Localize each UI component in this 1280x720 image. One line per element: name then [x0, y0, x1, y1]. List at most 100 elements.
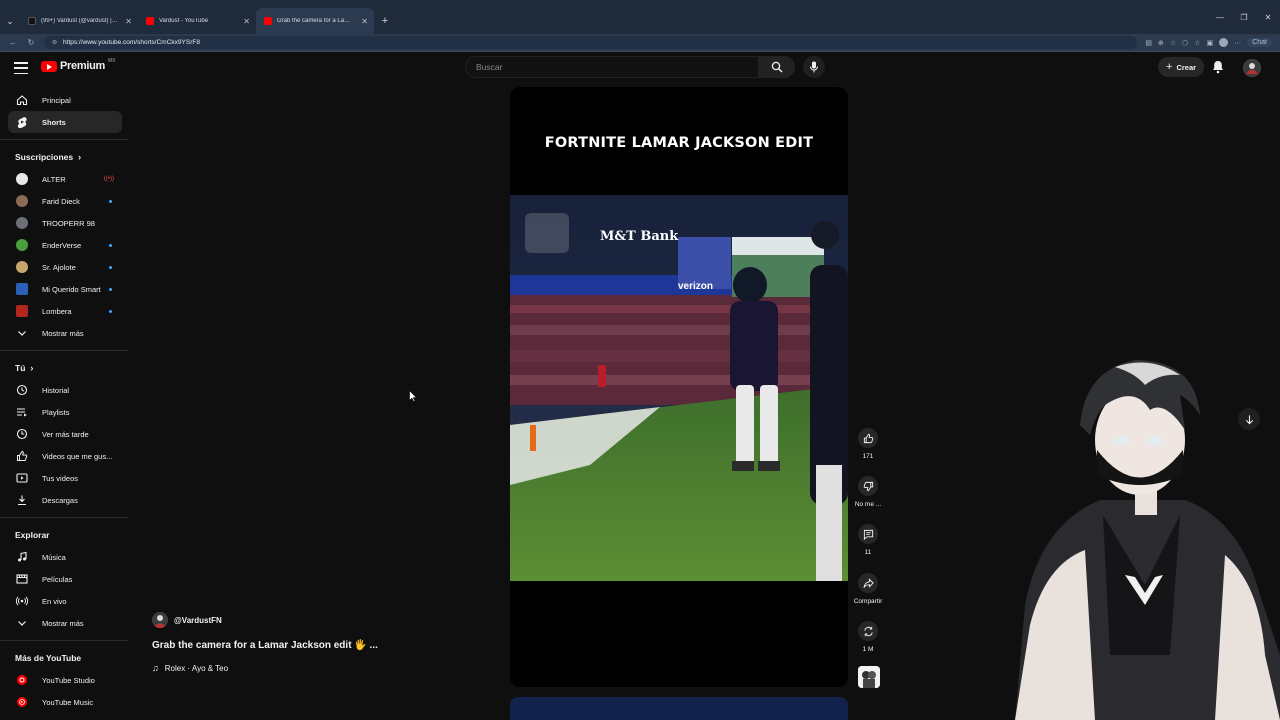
sidebar-item-mi-querido-smart[interactable]: Mi Querido Smart: [8, 278, 122, 300]
search-input[interactable]: Buscar: [465, 56, 759, 78]
browser-tab-youtube-channel[interactable]: Vardust - YouTube ✕: [138, 8, 256, 34]
sidebar-item-movies[interactable]: Películas: [8, 568, 122, 590]
close-tab-icon[interactable]: ✕: [125, 17, 132, 26]
youtube-logo-icon: [41, 60, 57, 72]
remix-button[interactable]: [858, 621, 878, 641]
sidebar-item-alter[interactable]: ALTER ((•)): [8, 168, 122, 190]
favorite-star-icon[interactable]: ☆: [1170, 39, 1176, 47]
address-bar[interactable]: ⊜ https://www.youtube.com/shorts/CmCkx9Y…: [44, 36, 1138, 49]
sidebar-item-label: Videos que me gus...: [42, 451, 113, 461]
sidebar-divider: [0, 517, 128, 518]
sidebar-item-trooperr-98[interactable]: TROOPERR 98: [8, 212, 122, 234]
sidebar-item-liked-videos[interactable]: Videos que me gus...: [8, 445, 122, 467]
new-content-dot: [109, 265, 112, 269]
favorites-icon[interactable]: ☆: [1194, 39, 1200, 47]
collections-icon[interactable]: ▣: [1207, 39, 1214, 47]
sidebar-item-label: Mostrar más: [42, 328, 84, 338]
channel-avatar: [16, 283, 28, 295]
sidebar-item-history[interactable]: Historial: [8, 379, 122, 401]
minimize-icon[interactable]: —: [1208, 13, 1232, 22]
close-tab-icon[interactable]: ✕: [243, 17, 250, 26]
browser-tab-active[interactable]: Grab the camera for a Lamar ✕: [256, 8, 374, 34]
sidebar-item-label: Películas: [42, 574, 73, 584]
vtuber-avatar-image: [1015, 360, 1280, 720]
sidebar-item-label: Shorts: [42, 117, 66, 127]
comments-action: 11: [848, 524, 888, 556]
channel-avatar: [16, 173, 28, 185]
sound-thumbnail[interactable]: [858, 666, 880, 688]
bell-icon: [1213, 61, 1223, 74]
sidebar-item-lombera[interactable]: Lombera: [8, 300, 122, 322]
next-short-preview[interactable]: [510, 697, 848, 720]
subscriptions-heading-text: Suscripciones: [15, 152, 74, 162]
short-video-player[interactable]: M&T Bank verizon: [510, 195, 848, 581]
back-icon[interactable]: ←: [8, 38, 18, 47]
sidebar-item-label: Ver más tarde: [42, 429, 89, 439]
guide-menu-icon[interactable]: [14, 62, 28, 74]
sidebar-item-farid-dieck[interactable]: Farid Dieck: [8, 190, 122, 212]
you-heading[interactable]: Tú ›: [8, 357, 122, 379]
sidebar-item-downloads[interactable]: Descargas: [8, 489, 122, 511]
sidebar-item-your-videos[interactable]: Tus videos: [8, 467, 122, 489]
subscriptions-heading[interactable]: Suscripciones ›: [8, 146, 122, 168]
sidebar-show-more-subscriptions[interactable]: Mostrar más: [8, 322, 122, 344]
chevron-right-icon: ›: [30, 363, 34, 373]
sidebar-item-enderverse[interactable]: EnderVerse: [8, 234, 122, 256]
reader-icon[interactable]: ▤: [1145, 39, 1152, 47]
dislike-button[interactable]: [858, 476, 878, 496]
window-close-icon[interactable]: ✕: [1256, 13, 1280, 22]
sidebar-item-label: Lombera: [42, 306, 72, 316]
more-options-icon[interactable]: ⋯: [1234, 39, 1241, 47]
scoreboard-ad: verizon: [678, 281, 714, 292]
chevron-down-icon: [16, 617, 28, 629]
reload-icon[interactable]: ↻: [26, 38, 36, 47]
youtube-premium-logo[interactable]: Premium MX: [41, 58, 115, 72]
sidebar-show-more-explore[interactable]: Mostrar más: [8, 612, 122, 634]
maximize-icon[interactable]: ❐: [1232, 13, 1256, 22]
site-info-icon[interactable]: ⊜: [52, 39, 57, 46]
sidebar-item-watch-later[interactable]: Ver más tarde: [8, 423, 122, 445]
zoom-icon[interactable]: ⊕: [1158, 39, 1164, 47]
dislike-action: No me ...: [848, 476, 888, 508]
microphone-icon: [810, 61, 818, 73]
sidebar-item-youtube-studio[interactable]: YouTube Studio: [8, 669, 122, 691]
sidebar-item-playlists[interactable]: Playlists: [8, 401, 122, 423]
new-content-dot: [109, 309, 112, 313]
avatar-icon: [1244, 60, 1260, 76]
voice-search-button[interactable]: [803, 56, 825, 78]
music-link[interactable]: ♫ Rolex · Ayo & Teo: [152, 663, 228, 673]
channel-avatar: [16, 217, 28, 229]
close-tab-icon[interactable]: ✕: [361, 17, 368, 26]
sidebar-item-sr-ajolote[interactable]: Sr. Ajolote: [8, 256, 122, 278]
create-button[interactable]: + Crear: [1158, 57, 1205, 77]
explore-heading: Explorar: [8, 524, 122, 546]
copilot-chat-button[interactable]: Chat: [1247, 38, 1272, 47]
sidebar-item-label: Música: [42, 552, 66, 562]
shorts-icon: [16, 116, 28, 128]
profile-icon[interactable]: [1219, 38, 1229, 47]
search-button[interactable]: [759, 56, 795, 78]
new-tab-icon[interactable]: +: [374, 8, 396, 34]
new-content-dot: [109, 199, 112, 203]
comments-button[interactable]: [858, 524, 878, 544]
like-icon: [16, 450, 28, 462]
sidebar-item-home[interactable]: Principal: [8, 89, 122, 111]
studio-icon: [16, 674, 28, 686]
tab-label: (99+) Vardust (@vardust) | TikTok: [41, 18, 118, 24]
channel-link[interactable]: @VardustFN: [152, 612, 222, 628]
sidebar-item-music[interactable]: Música: [8, 546, 122, 568]
sidebar-item-live[interactable]: En vivo: [8, 590, 122, 612]
like-button[interactable]: [858, 428, 878, 448]
sidebar-item-shorts[interactable]: Shorts: [8, 111, 122, 133]
guide-sidebar: Principal Shorts Suscripciones › ALTER (…: [0, 86, 130, 720]
notifications-button[interactable]: [1212, 60, 1224, 79]
sidebar-item-label: Tus videos: [42, 473, 78, 483]
tab-actions-icon[interactable]: ⌄: [0, 8, 20, 34]
extensions-icon[interactable]: ⬡: [1182, 39, 1188, 47]
account-avatar[interactable]: [1243, 59, 1261, 77]
short-title[interactable]: Grab the camera for a Lamar Jackson edit…: [152, 640, 378, 651]
scoreboard-sponsor: M&T Bank: [600, 229, 679, 244]
browser-tab-tiktok[interactable]: (99+) Vardust (@vardust) | TikTok ✕: [20, 8, 138, 34]
share-button[interactable]: [858, 573, 878, 593]
sidebar-item-youtube-music[interactable]: YouTube Music: [8, 691, 122, 713]
